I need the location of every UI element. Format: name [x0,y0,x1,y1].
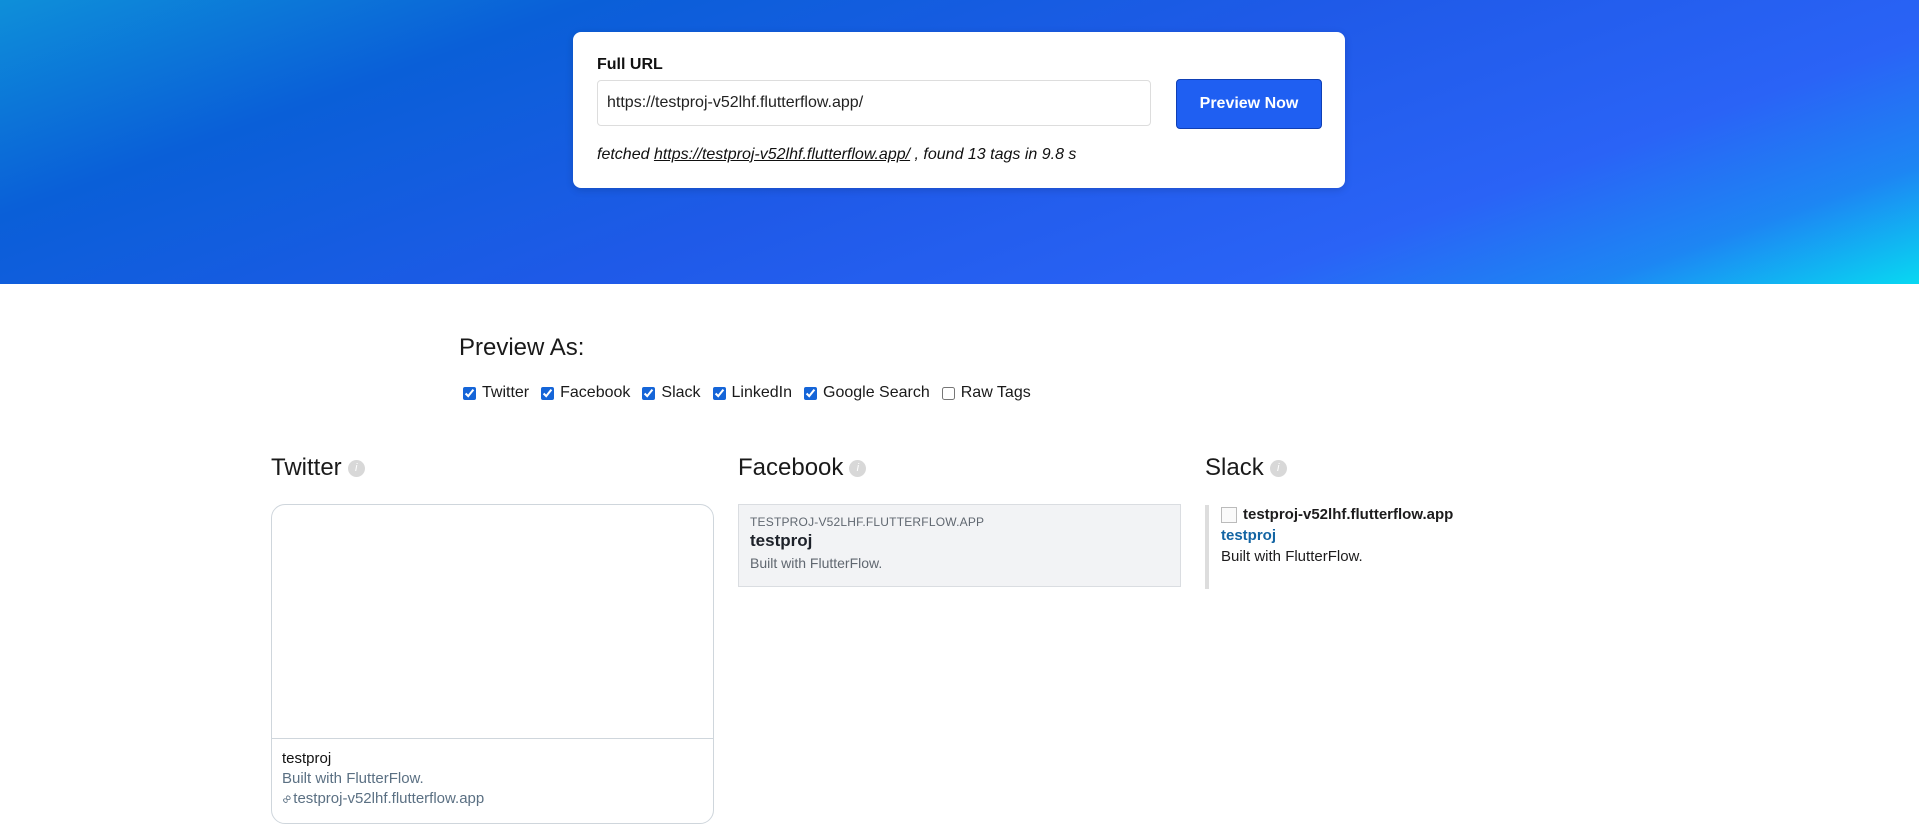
option-label-slack: Slack [661,384,701,401]
checkbox-facebook[interactable] [541,386,555,400]
slack-preview-card[interactable]: testproj-v52lhf.flutterflow.app testproj… [1205,505,1505,589]
twitter-preview-card[interactable]: testproj Built with FlutterFlow. ∞ testp… [271,504,714,824]
twitter-card-body: testproj Built with FlutterFlow. ∞ testp… [272,739,713,819]
twitter-card-domain-text: testproj-v52lhf.flutterflow.app [293,790,485,807]
slack-card-title[interactable]: testproj [1221,527,1505,544]
preview-now-button[interactable]: Preview Now [1176,79,1322,129]
option-label-google-search: Google Search [823,384,930,401]
slack-heading-text: Slack [1205,454,1264,481]
option-label-raw-tags: Raw Tags [960,384,1031,401]
twitter-card-domain: ∞ testproj-v52lhf.flutterflow.app [278,789,703,809]
checkbox-twitter[interactable] [463,386,476,400]
facebook-preview-card[interactable]: TESTPROJ-V52LHF.FLUTTERFLOW.APP testproj… [738,504,1181,587]
twitter-card-description: Built with FlutterFlow. [282,770,424,787]
info-icon[interactable]: i [347,459,365,477]
hero-banner: Full URL Preview Now fetched https://tes… [0,0,1919,284]
twitter-heading: Twitter i [271,454,365,482]
broken-image-icon [1221,506,1237,523]
checkbox-slack[interactable] [642,386,656,400]
facebook-card-description: Built with FlutterFlow. [750,555,883,571]
url-form-card: Full URL Preview Now fetched https://tes… [573,32,1345,188]
fetch-status: fetched https://testproj-v52lhf.flutterf… [597,146,1076,164]
facebook-heading: Facebook i [738,454,867,482]
option-label-linkedin: LinkedIn [731,384,793,401]
info-icon[interactable]: i [849,459,867,477]
status-prefix: fetched [597,146,650,163]
facebook-heading-text: Facebook [738,454,844,481]
info-icon[interactable]: i [1269,459,1287,477]
checkbox-raw-tags[interactable] [941,386,955,400]
option-label-facebook: Facebook [560,384,631,401]
status-link[interactable]: https://testproj-v52lhf.flutterflow.app/ [654,146,910,163]
option-linkedin[interactable]: LinkedIn [709,384,793,402]
checkbox-google-search[interactable] [804,386,818,400]
twitter-card-image [272,505,713,739]
preview-options: Twitter Facebook Slack LinkedIn Google S… [459,384,1039,402]
slack-card-description: Built with FlutterFlow. [1221,548,1363,565]
checkbox-linkedin[interactable] [712,386,726,400]
twitter-card-title: testproj [282,750,332,767]
option-label-twitter: Twitter [482,384,530,401]
option-slack[interactable]: Slack [638,384,701,402]
option-raw-tags[interactable]: Raw Tags [938,384,1031,402]
option-google-search[interactable]: Google Search [800,384,930,402]
facebook-card-title: testproj [750,531,813,550]
preview-as-heading: Preview As: [459,334,585,361]
twitter-heading-text: Twitter [271,454,342,481]
status-suffix: , found 13 tags in 9.8 s [914,146,1077,163]
slack-heading: Slack i [1205,454,1287,482]
slack-card-site-text: testproj-v52lhf.flutterflow.app [1243,506,1454,523]
option-twitter[interactable]: Twitter [459,384,529,402]
url-input[interactable] [597,80,1151,126]
option-facebook[interactable]: Facebook [537,384,630,402]
url-label: Full URL [597,56,663,73]
facebook-card-domain: TESTPROJ-V52LHF.FLUTTERFLOW.APP [750,515,985,529]
slack-card-site: testproj-v52lhf.flutterflow.app [1221,506,1505,523]
